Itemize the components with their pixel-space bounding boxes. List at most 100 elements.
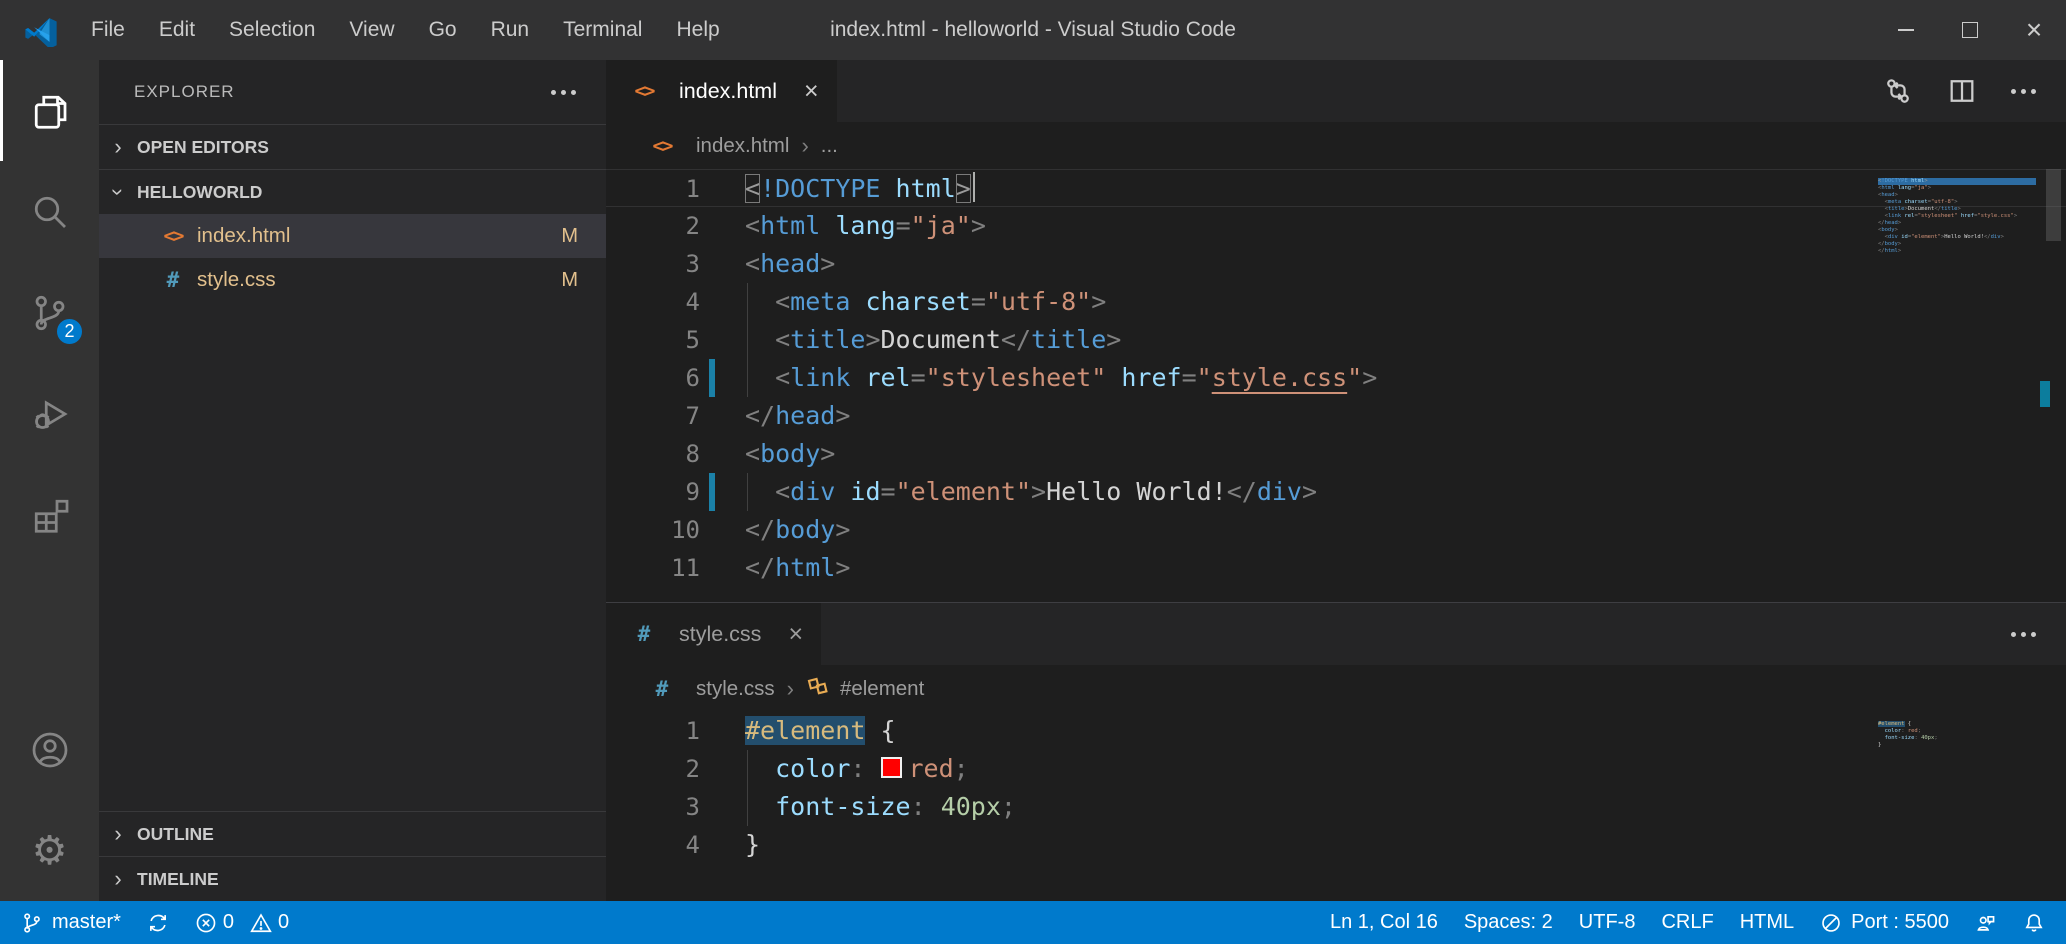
menu-item-terminal[interactable]: Terminal: [546, 0, 659, 60]
minimap-token: >: [1924, 178, 1927, 184]
menu-item-go[interactable]: Go: [412, 0, 474, 60]
menu-item-selection[interactable]: Selection: [212, 0, 332, 60]
minimize-button[interactable]: [1874, 0, 1938, 60]
minimap-line: </body>: [1878, 241, 2036, 248]
language-mode-item[interactable]: HTML: [1727, 901, 1807, 944]
menu-item-view[interactable]: View: [332, 0, 411, 60]
code-line[interactable]: 11</html>: [606, 549, 2066, 587]
code-token: [850, 287, 865, 316]
code-line[interactable]: 1 <!DOCTYPE html>: [606, 169, 2066, 207]
code-line[interactable]: 5 <title>Document</title>: [606, 321, 2066, 359]
close-button[interactable]: ×: [2002, 0, 2066, 60]
code-text: <head>: [715, 245, 835, 283]
code-line[interactable]: 1#element {: [606, 712, 2066, 750]
code-line[interactable]: 9 <div id="element">Hello World!</div>: [606, 473, 2066, 511]
code-line[interactable]: 4}: [606, 826, 2066, 864]
line-number[interactable]: 7: [606, 397, 700, 435]
code-token: #element: [745, 716, 865, 745]
feedback-item[interactable]: [1962, 901, 2010, 944]
menu-item-help[interactable]: Help: [659, 0, 736, 60]
breadcrumb-file[interactable]: index.html: [696, 134, 789, 158]
code-token: meta: [790, 287, 850, 316]
scrollbar-thumb[interactable]: [2046, 169, 2061, 241]
html-file-icon: <>: [646, 135, 678, 157]
explorer-more-actions-icon[interactable]: [551, 90, 576, 95]
line-number[interactable]: 8: [606, 435, 700, 473]
notifications-item[interactable]: [2010, 901, 2058, 944]
minimap[interactable]: #element { color: red; font-size: 40px;}: [1878, 721, 2036, 749]
line-number[interactable]: 1: [606, 712, 700, 750]
code-line[interactable]: 2 color: red;: [606, 750, 2066, 788]
tab-close-icon[interactable]: ×: [804, 77, 819, 106]
code-token: =: [1182, 363, 1197, 392]
split-editor-icon[interactable]: [1947, 76, 1977, 106]
section-open-editors[interactable]: › OPEN EDITORS: [99, 124, 606, 169]
code-editor-html[interactable]: 1 <!DOCTYPE html>2<html lang="ja">3 <head>…: [606, 169, 2066, 602]
code-line[interactable]: 10</body>: [606, 511, 2066, 549]
line-number[interactable]: 10: [606, 511, 700, 549]
line-number[interactable]: 3: [606, 788, 700, 826]
more-actions-icon[interactable]: [2011, 632, 2036, 637]
breadcrumb-symbol[interactable]: #element: [840, 677, 924, 701]
live-server-port-item[interactable]: Port : 5500: [1807, 901, 1962, 944]
code-line[interactable]: 3 <head>: [606, 245, 2066, 283]
activity-settings[interactable]: ⚙: [0, 800, 99, 901]
activity-search[interactable]: [0, 161, 99, 262]
line-number[interactable]: 2: [606, 750, 700, 788]
maximize-button[interactable]: [1938, 0, 2002, 60]
breadcrumb-file[interactable]: style.css: [696, 677, 775, 701]
code-line[interactable]: 3 font-size: 40px;: [606, 788, 2066, 826]
line-number[interactable]: 4: [606, 283, 700, 321]
line-number[interactable]: 5: [606, 321, 700, 359]
breadcrumb-tail[interactable]: ...: [821, 134, 838, 158]
code-line[interactable]: 7</head>: [606, 397, 2066, 435]
minimap-token: [1878, 728, 1885, 734]
activity-run-debug[interactable]: [0, 363, 99, 464]
cursor-position-item[interactable]: Ln 1, Col 16: [1317, 901, 1451, 944]
scrollbar[interactable]: [2040, 169, 2066, 602]
code-text: <body>: [715, 435, 835, 473]
file-item-index-html[interactable]: <>index.htmlM: [99, 214, 606, 258]
section-outline[interactable]: › OUTLINE: [99, 811, 606, 856]
encoding-item[interactable]: UTF-8: [1566, 901, 1649, 944]
code-token: "utf-8": [986, 287, 1091, 316]
line-number[interactable]: 1: [606, 170, 700, 206]
sync-item[interactable]: [134, 901, 182, 944]
minimap[interactable]: <!DOCTYPE html><html lang="ja"><head> <m…: [1878, 178, 2036, 255]
open-changes-icon[interactable]: [1883, 76, 1913, 106]
eol-item[interactable]: CRLF: [1648, 901, 1726, 944]
activity-explorer[interactable]: [0, 60, 99, 161]
warnings-icon: [250, 912, 272, 934]
section-folder[interactable]: › HELLOWORLD: [99, 169, 606, 214]
code-text: <!DOCTYPE html>: [715, 170, 975, 206]
tab-index-html[interactable]: <> index.html ×: [606, 60, 837, 122]
problems-item[interactable]: 0 0: [182, 901, 312, 944]
menu-item-file[interactable]: File: [74, 0, 142, 60]
line-number[interactable]: 3: [606, 245, 700, 283]
menu-item-edit[interactable]: Edit: [142, 0, 212, 60]
code-line[interactable]: 2<html lang="ja">: [606, 207, 2066, 245]
more-actions-icon[interactable]: [2011, 89, 2036, 94]
code-editor-css[interactable]: 1#element {2 color: red;3 font-size: 40p…: [606, 712, 2066, 901]
activity-source-control[interactable]: 2: [0, 262, 99, 363]
code-token: [880, 174, 895, 203]
activity-accounts[interactable]: [0, 699, 99, 800]
line-number[interactable]: 11: [606, 549, 700, 587]
code-line[interactable]: 8 <body>: [606, 435, 2066, 473]
git-branch-item[interactable]: master*: [8, 901, 134, 944]
file-item-style-css[interactable]: #style.cssM: [99, 258, 606, 302]
menu-item-run[interactable]: Run: [474, 0, 547, 60]
code-line[interactable]: 6 <link rel="stylesheet" href="style.css…: [606, 359, 2066, 397]
tab-style-css[interactable]: # style.css ×: [606, 603, 821, 665]
line-number[interactable]: 4: [606, 826, 700, 864]
line-number[interactable]: 9: [606, 473, 700, 511]
section-timeline[interactable]: › TIMELINE: [99, 856, 606, 901]
code-line[interactable]: 4 <meta charset="utf-8">: [606, 283, 2066, 321]
indentation-item[interactable]: Spaces: 2: [1451, 901, 1566, 944]
line-number[interactable]: 2: [606, 207, 700, 245]
line-number[interactable]: 6: [606, 359, 700, 397]
activity-extensions[interactable]: [0, 464, 99, 565]
minimap-token: </: [1934, 206, 1941, 212]
explorer-sidebar: EXPLORER › OPEN EDITORS › HELLOWORLD <>i…: [99, 60, 606, 901]
tab-close-icon[interactable]: ×: [788, 620, 803, 649]
